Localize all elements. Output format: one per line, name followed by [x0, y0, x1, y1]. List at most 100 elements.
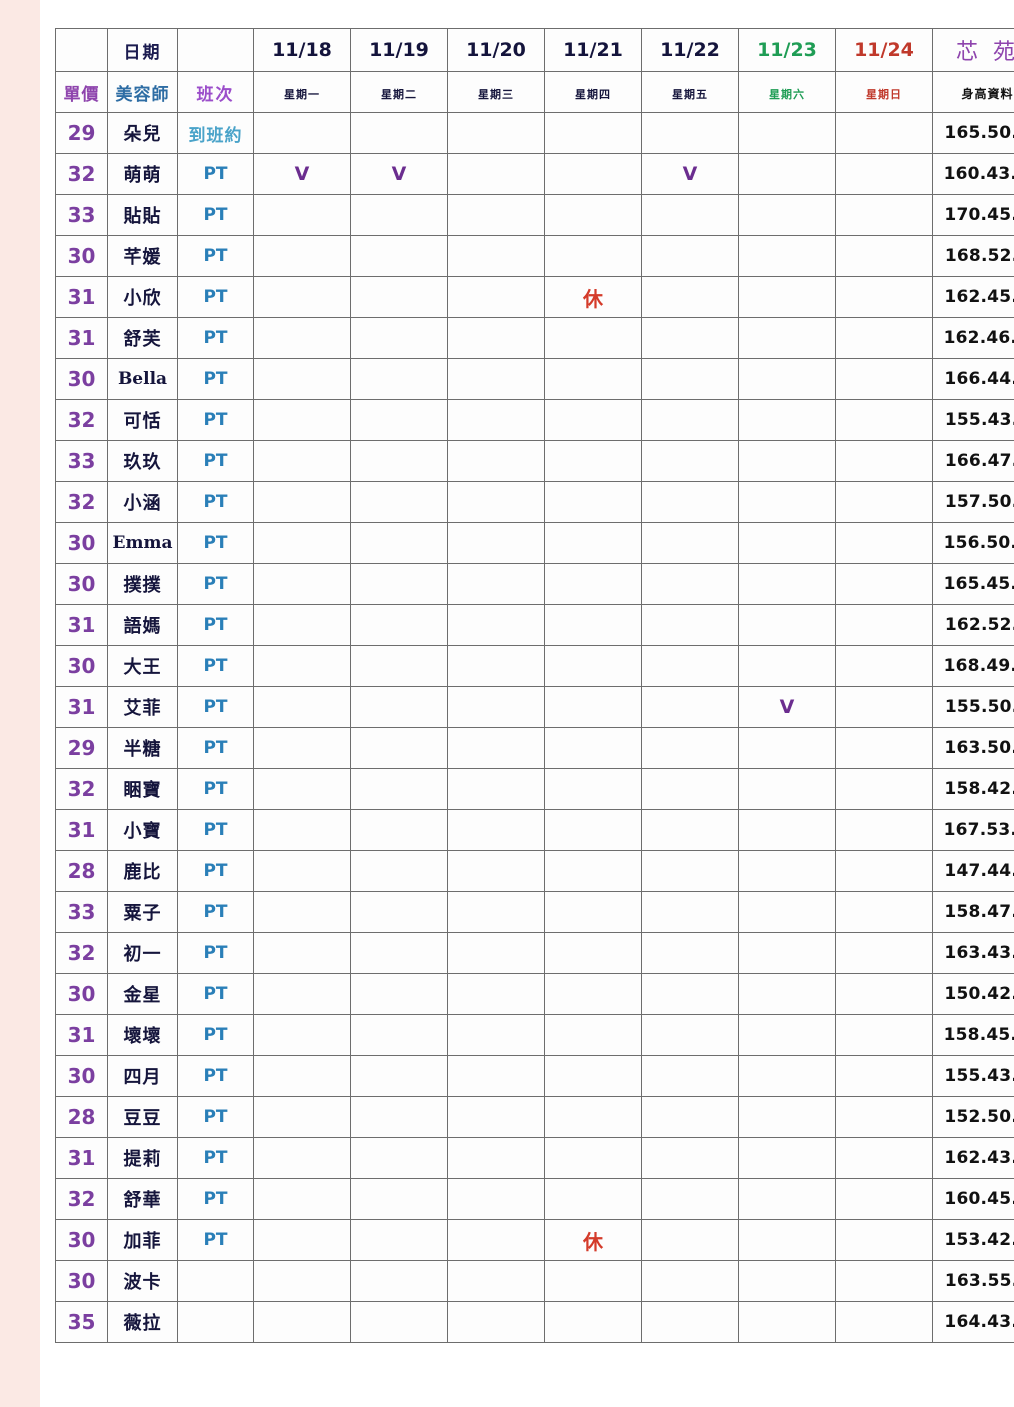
- cell-day-5[interactable]: [641, 768, 739, 810]
- cell-height[interactable]: 155.43.E: [932, 399, 1014, 441]
- cell-day-7[interactable]: [835, 645, 933, 687]
- cell-price[interactable]: 35: [55, 1301, 108, 1343]
- cell-shift[interactable]: PT: [177, 522, 254, 564]
- cell-day-1[interactable]: [253, 1014, 351, 1056]
- cell-day-2[interactable]: [350, 1260, 448, 1302]
- cell-price[interactable]: 30: [55, 358, 108, 400]
- cell-stylist-name[interactable]: 舒華: [107, 1178, 178, 1220]
- cell-height[interactable]: 164.43.C: [932, 1301, 1014, 1343]
- cell-day-6[interactable]: [738, 1055, 836, 1097]
- cell-stylist-name[interactable]: 小寶: [107, 809, 178, 851]
- cell-day-2[interactable]: V: [350, 153, 448, 195]
- cell-stylist-name[interactable]: 萌萌: [107, 153, 178, 195]
- cell-price[interactable]: 32: [55, 153, 108, 195]
- cell-height[interactable]: 163.50.C: [932, 727, 1014, 769]
- cell-day-3[interactable]: [447, 440, 545, 482]
- cell-day-7[interactable]: [835, 1055, 933, 1097]
- cell-price[interactable]: 28: [55, 850, 108, 892]
- cell-price[interactable]: 30: [55, 1219, 108, 1261]
- cell-shift[interactable]: PT: [177, 235, 254, 277]
- cell-shift[interactable]: PT: [177, 399, 254, 441]
- cell-day-3[interactable]: [447, 768, 545, 810]
- cell-day-3[interactable]: [447, 686, 545, 728]
- cell-day-1[interactable]: [253, 1219, 351, 1261]
- cell-day-4[interactable]: [544, 440, 642, 482]
- cell-day-2[interactable]: [350, 1137, 448, 1179]
- cell-height[interactable]: 158.42.C: [932, 768, 1014, 810]
- cell-day-5[interactable]: [641, 1055, 739, 1097]
- cell-day-1[interactable]: [253, 604, 351, 646]
- cell-height[interactable]: 170.45.C: [932, 194, 1014, 236]
- cell-day-1[interactable]: [253, 235, 351, 277]
- cell-day-5[interactable]: [641, 645, 739, 687]
- cell-height[interactable]: 162.46.D: [932, 317, 1014, 359]
- cell-price[interactable]: 31: [55, 276, 108, 318]
- cell-height[interactable]: 166.44.C: [932, 358, 1014, 400]
- cell-price[interactable]: 30: [55, 1055, 108, 1097]
- cell-price[interactable]: 30: [55, 1260, 108, 1302]
- cell-day-5[interactable]: [641, 604, 739, 646]
- cell-height[interactable]: 158.47.C: [932, 891, 1014, 933]
- cell-stylist-name[interactable]: 朵兒: [107, 112, 178, 154]
- cell-day-4[interactable]: [544, 563, 642, 605]
- cell-day-2[interactable]: [350, 317, 448, 359]
- cell-day-7[interactable]: [835, 809, 933, 851]
- cell-day-2[interactable]: [350, 1301, 448, 1343]
- cell-day-3[interactable]: [447, 1137, 545, 1179]
- cell-price[interactable]: 31: [55, 1014, 108, 1056]
- cell-day-2[interactable]: [350, 727, 448, 769]
- cell-shift[interactable]: PT: [177, 809, 254, 851]
- cell-shift[interactable]: PT: [177, 850, 254, 892]
- cell-day-3[interactable]: [447, 563, 545, 605]
- cell-day-4[interactable]: [544, 932, 642, 974]
- cell-stylist-name[interactable]: 壞壞: [107, 1014, 178, 1056]
- cell-day-4[interactable]: [544, 686, 642, 728]
- cell-day-7[interactable]: [835, 1260, 933, 1302]
- cell-day-2[interactable]: [350, 850, 448, 892]
- cell-day-3[interactable]: [447, 850, 545, 892]
- cell-day-4[interactable]: [544, 809, 642, 851]
- cell-height[interactable]: 168.49.D: [932, 645, 1014, 687]
- cell-day-1[interactable]: [253, 1301, 351, 1343]
- cell-day-2[interactable]: [350, 1055, 448, 1097]
- cell-height[interactable]: 153.42.C: [932, 1219, 1014, 1261]
- cell-price[interactable]: 31: [55, 686, 108, 728]
- cell-day-5[interactable]: V: [641, 153, 739, 195]
- cell-shift[interactable]: [177, 1301, 254, 1343]
- cell-day-6[interactable]: [738, 358, 836, 400]
- cell-price[interactable]: 30: [55, 235, 108, 277]
- cell-day-4[interactable]: [544, 973, 642, 1015]
- cell-price[interactable]: 28: [55, 1096, 108, 1138]
- cell-stylist-name[interactable]: 小欣: [107, 276, 178, 318]
- cell-day-6[interactable]: [738, 235, 836, 277]
- cell-day-5[interactable]: [641, 1014, 739, 1056]
- cell-day-2[interactable]: [350, 235, 448, 277]
- cell-day-4[interactable]: [544, 645, 642, 687]
- cell-stylist-name[interactable]: 撲撲: [107, 563, 178, 605]
- cell-day-4[interactable]: [544, 358, 642, 400]
- cell-day-5[interactable]: [641, 440, 739, 482]
- cell-shift[interactable]: PT: [177, 1178, 254, 1220]
- cell-day-4[interactable]: [544, 1137, 642, 1179]
- cell-day-5[interactable]: [641, 973, 739, 1015]
- cell-shift[interactable]: PT: [177, 194, 254, 236]
- cell-day-7[interactable]: [835, 686, 933, 728]
- cell-shift[interactable]: PT: [177, 604, 254, 646]
- cell-day-5[interactable]: [641, 1137, 739, 1179]
- cell-stylist-name[interactable]: 加菲: [107, 1219, 178, 1261]
- cell-day-2[interactable]: [350, 645, 448, 687]
- cell-day-7[interactable]: [835, 112, 933, 154]
- cell-stylist-name[interactable]: Emma: [107, 522, 178, 564]
- cell-day-3[interactable]: [447, 891, 545, 933]
- cell-day-7[interactable]: [835, 727, 933, 769]
- cell-day-2[interactable]: [350, 481, 448, 523]
- cell-day-3[interactable]: [447, 1178, 545, 1220]
- cell-day-6[interactable]: [738, 973, 836, 1015]
- cell-height[interactable]: 158.45.D: [932, 1014, 1014, 1056]
- cell-day-1[interactable]: V: [253, 153, 351, 195]
- cell-price[interactable]: 30: [55, 973, 108, 1015]
- cell-day-5[interactable]: [641, 809, 739, 851]
- cell-day-5[interactable]: [641, 358, 739, 400]
- cell-day-6[interactable]: [738, 604, 836, 646]
- cell-height[interactable]: 167.53.D: [932, 809, 1014, 851]
